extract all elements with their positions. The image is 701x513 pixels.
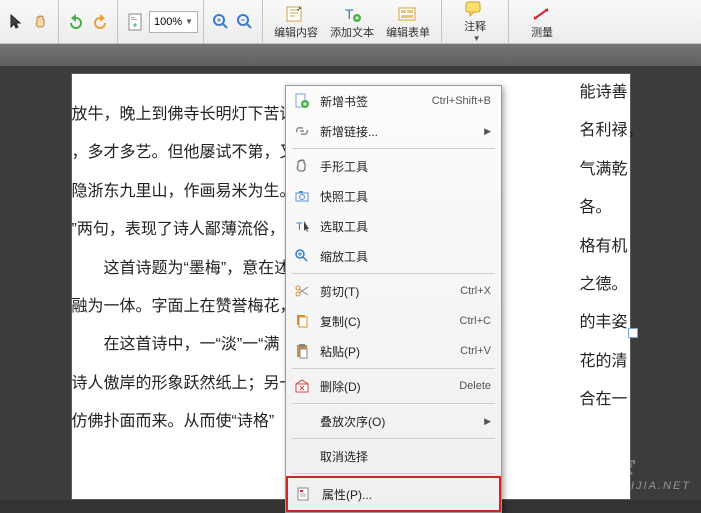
text-tail: 名利禄， (580, 112, 640, 150)
button-label: 编辑内容 (274, 24, 318, 40)
text-tail: 气满乾 (580, 151, 640, 189)
menu-label: 新增链接... (320, 123, 480, 140)
zoom-in-button[interactable] (209, 2, 233, 42)
menu-add-link[interactable]: 新增链接... ▶ (286, 116, 501, 146)
menu-deselect[interactable]: 取消选择 (286, 441, 501, 471)
copy-icon (292, 312, 312, 330)
menu-label: 复制(C) (320, 313, 460, 330)
button-label: 编辑表单 (386, 24, 430, 40)
bookmark-icon (292, 92, 312, 110)
menu-snapshot-tool[interactable]: 快照工具 (286, 181, 501, 211)
menu-label: 快照工具 (320, 188, 491, 205)
svg-text:T: T (296, 221, 303, 233)
text-tail: 的丰姿 (580, 304, 640, 342)
delete-icon (292, 377, 312, 395)
menu-label: 粘贴(P) (320, 343, 460, 360)
edit-form-button[interactable]: 编辑表单 (380, 1, 436, 43)
menu-zoom-tool[interactable]: 缩放工具 (286, 241, 501, 271)
menu-label: 剪切(T) (320, 283, 460, 300)
hand-tool-button[interactable] (29, 2, 53, 42)
edit-content-button[interactable]: 编辑内容 (268, 1, 324, 43)
text-tail: 花的清 (580, 343, 640, 381)
menu-select-tool[interactable]: T 选取工具 (286, 211, 501, 241)
button-label: 添加文本 (330, 24, 374, 40)
menu-properties[interactable]: 属性(P)... (288, 479, 499, 509)
button-label: 测量 (531, 24, 553, 40)
menu-shortcut: Delete (459, 380, 491, 392)
context-menu: 新增书签Ctrl+Shift+B 新增链接... ▶ 手形工具 快照工具 T 选取工… (285, 85, 502, 513)
menu-copy[interactable]: 复制(C)Ctrl+C (286, 306, 501, 336)
menu-add-bookmark[interactable]: 新增书签Ctrl+Shift+B (286, 86, 501, 116)
hand-icon (292, 157, 312, 175)
select-tool-button[interactable] (5, 2, 29, 42)
link-icon (292, 122, 312, 140)
svg-text:T: T (345, 6, 354, 22)
camera-icon (292, 187, 312, 205)
menu-label: 删除(D) (320, 378, 459, 395)
menu-delete[interactable]: 删除(D)Delete (286, 371, 501, 401)
menu-label: 叠放次序(O) (320, 413, 480, 430)
menu-cut[interactable]: 剪切(T)Ctrl+X (286, 276, 501, 306)
toolbar: 100%▼ 编辑内容 T添加文本 编辑表单 注释▼ 测量 (0, 0, 701, 44)
text-tail: 合在一 (580, 381, 640, 419)
button-label: 注释 (464, 18, 486, 34)
fit-page-button[interactable] (123, 2, 147, 42)
tab-bar (0, 44, 701, 66)
blank-icon (292, 412, 312, 430)
menu-label: 手形工具 (320, 158, 491, 175)
submenu-arrow-icon: ▶ (484, 126, 491, 137)
zoom-value: 100% (154, 16, 182, 28)
menu-label: 取消选择 (320, 448, 491, 465)
add-text-button[interactable]: T 添加文本 (324, 1, 380, 43)
text-tail: 能诗善 (580, 74, 640, 112)
undo-button[interactable] (64, 2, 88, 42)
menu-shortcut: Ctrl+C (460, 315, 491, 327)
magnifier-icon (292, 247, 312, 265)
menu-shortcut: Ctrl+V (460, 345, 491, 357)
menu-label: 缩放工具 (320, 248, 491, 265)
text-select-icon: T (292, 217, 312, 235)
clipboard-icon (292, 342, 312, 360)
watermark-brand: 系统之家 (558, 458, 634, 478)
highlight-box: 属性(P)... (286, 476, 501, 512)
zoom-out-button[interactable] (233, 2, 257, 42)
text-tail: 格有机 (580, 228, 640, 266)
annotate-button[interactable]: 注释▼ (447, 1, 503, 43)
menu-label: 选取工具 (320, 218, 491, 235)
submenu-arrow-icon: ▶ (484, 416, 491, 427)
chevron-down-icon: ▼ (185, 17, 193, 26)
properties-icon (294, 485, 314, 503)
zoom-combo[interactable]: 100%▼ (149, 11, 198, 33)
text-tail: 各。 (580, 189, 640, 227)
menu-paste[interactable]: 粘贴(P)Ctrl+V (286, 336, 501, 366)
watermark: 系统之家 XITONGZHIJIA.NET (558, 454, 691, 492)
text-tail: 之德。 (580, 266, 640, 304)
scissors-icon (292, 282, 312, 300)
blank-icon (292, 447, 312, 465)
measure-button[interactable]: 测量 (514, 1, 570, 43)
menu-label: 新增书签 (320, 93, 432, 110)
menu-shortcut: Ctrl+Shift+B (432, 95, 491, 107)
redo-button[interactable] (88, 2, 112, 42)
chevron-down-icon: ▼ (473, 34, 481, 43)
menu-hand-tool[interactable]: 手形工具 (286, 151, 501, 181)
menu-shortcut: Ctrl+X (460, 285, 491, 297)
menu-stacking-order[interactable]: 叠放次序(O) ▶ (286, 406, 501, 436)
watermark-domain: XITONGZHIJIA.NET (558, 480, 691, 492)
